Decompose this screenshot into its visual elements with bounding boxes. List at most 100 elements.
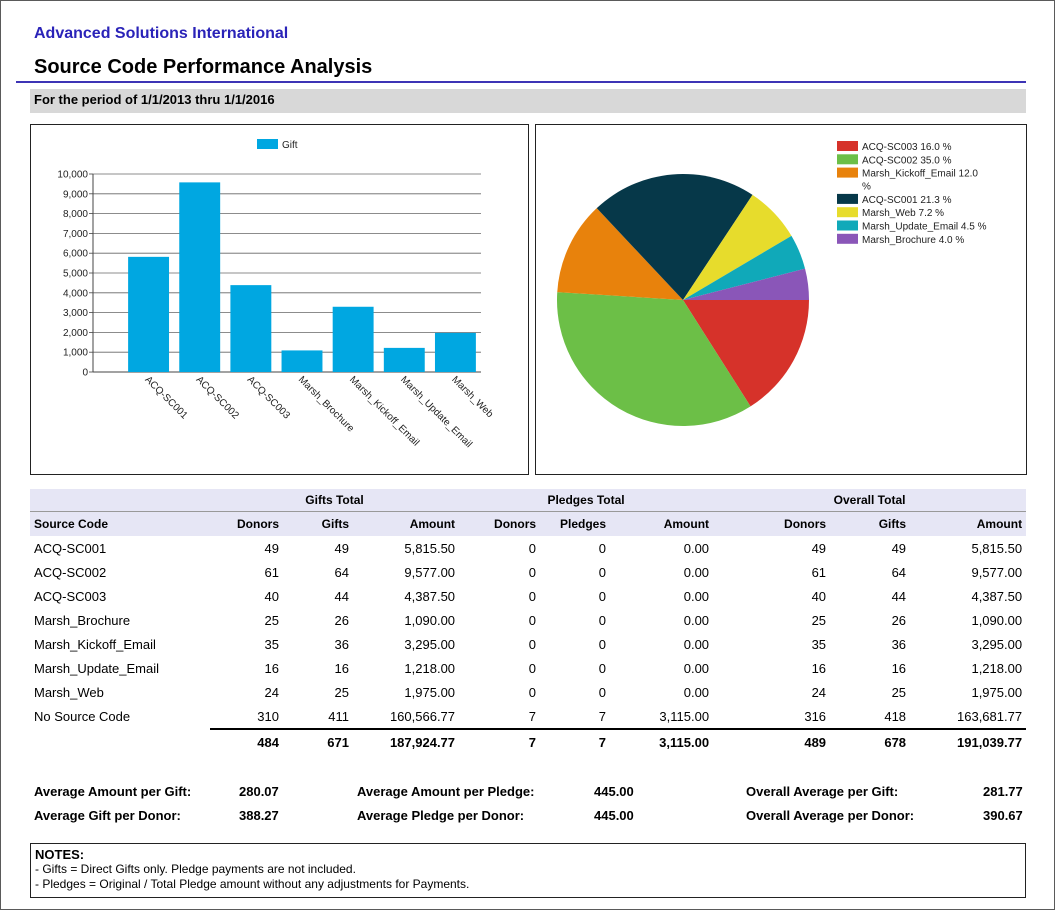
y-tick-label: 10,000 <box>57 170 88 181</box>
cell-overall-donors: 35 <box>811 636 827 652</box>
col-header-pledge-pledges: Pledges <box>540 511 611 536</box>
cell-gift-amount: 160,566.77 <box>389 708 456 724</box>
y-tick-label: 0 <box>82 368 88 379</box>
pie-legend-swatch-3 <box>837 193 858 204</box>
totals-row: 484 671 187,924.77 7 7 3,115.00 489 678 191,039.… <box>30 728 1027 754</box>
cell-pledge-pledges: 0 <box>598 612 607 628</box>
total-pledge-donors: 7 <box>459 728 541 754</box>
x-tick-label: Marsh_Web <box>449 374 495 420</box>
cell-gift-donors: 25 <box>264 612 279 628</box>
cell-pledge-donors: 0 <box>528 684 537 700</box>
pie-legend-label-2-wrap: % <box>862 182 871 193</box>
cell-overall-gifts: 418 <box>884 708 907 724</box>
y-tick-label: 5,000 <box>63 269 88 280</box>
x-tick-label: Marsh_Brochure <box>296 374 356 434</box>
cell-gift-gifts: 36 <box>334 636 349 652</box>
col-header-source-code: Source Code <box>30 511 210 536</box>
cell-gift-amount: 1,218.00 <box>404 660 456 676</box>
cell-overall-gifts: 64 <box>891 564 907 580</box>
col-header-gift-gifts: Gifts <box>283 511 353 536</box>
overall-avg-per-gift-label: Overall Average per Gift: <box>746 784 899 799</box>
cell-source-code: Marsh_Brochure <box>34 612 131 628</box>
cell-gift-amount: 1,975.00 <box>404 684 456 700</box>
cell-pledge-amount: 3,115.00 <box>659 708 710 724</box>
pie-legend-label-5: Marsh_Update_Email 4.5 % <box>862 222 987 233</box>
col-header-pledge-amount: Amount <box>610 511 714 536</box>
cell-gift-gifts: 49 <box>334 540 349 556</box>
cell-gift-amount: 5,815.50 <box>404 540 456 556</box>
cell-pledge-donors: 7 <box>528 708 537 724</box>
cell-pledge-pledges: 0 <box>598 588 607 604</box>
cell-source-code: ACQ-SC003 <box>34 588 107 604</box>
total-overall-donors: 489 <box>713 728 831 754</box>
group-pledges-total: Pledges Total <box>459 489 714 512</box>
pie-legend-swatch-4 <box>837 207 858 218</box>
cell-gift-amount: 4,387.50 <box>404 588 456 604</box>
period-banner: For the period of 1/1/2013 thru 1/1/2016 <box>30 89 1026 113</box>
overall-avg-per-donor-label: Overall Average per Donor: <box>746 808 915 823</box>
pie-legend-label-2: Marsh_Kickoff_Email 12.0 <box>862 169 978 180</box>
cell-gift-donors: 49 <box>264 540 279 556</box>
column-header-row: Source Code Donors Gifts Amount Donors Pledge… <box>30 511 1027 536</box>
group-gifts-total: Gifts Total <box>210 489 460 512</box>
table-corner <box>30 489 210 512</box>
performance-table: Gifts Total Pledges Total Overall Total … <box>30 489 1027 754</box>
cell-gift-amount: 9,577.00 <box>404 564 456 580</box>
y-tick-label: 3,000 <box>63 308 88 319</box>
col-header-overall-donors: Donors <box>713 511 831 536</box>
cell-pledge-amount: 0.00 <box>683 636 710 652</box>
cell-pledge-pledges: 0 <box>598 564 607 580</box>
cell-overall-donors: 61 <box>811 564 827 580</box>
cell-gift-donors: 310 <box>257 708 279 724</box>
notes-box: NOTES: - Gifts = Direct Gifts only. Pled… <box>30 843 1026 898</box>
org-name: Advanced Solutions International <box>34 25 289 42</box>
y-tick-label: 6,000 <box>63 249 88 260</box>
cell-pledge-donors: 0 <box>528 636 537 652</box>
cell-overall-donors: 49 <box>811 540 827 556</box>
cell-pledge-amount: 0.00 <box>683 684 710 700</box>
cell-gift-donors: 61 <box>264 564 279 580</box>
title-rule <box>16 81 1026 83</box>
notes-line-1: - Gifts = Direct Gifts only. Pledge paym… <box>35 862 356 876</box>
avg-gift-per-donor-label: Average Gift per Donor: <box>34 808 181 823</box>
cell-overall-gifts: 25 <box>891 684 907 700</box>
bar-marsh-web <box>434 332 476 372</box>
cell-gift-gifts: 26 <box>334 612 349 628</box>
cell-gift-donors: 16 <box>264 660 279 676</box>
bar-chart-box: Gift 0 1,000 2,000 3,000 4,000 5,000 6,000 7,000… <box>30 124 529 475</box>
y-tick-label: 8,000 <box>63 209 88 220</box>
y-tick-label: 9,000 <box>63 189 88 200</box>
cell-pledge-pledges: 0 <box>598 636 607 652</box>
cell-source-code: ACQ-SC001 <box>34 540 107 556</box>
avg-amount-per-gift-label: Average Amount per Gift: <box>34 784 192 799</box>
cell-overall-amount: 4,387.50 <box>971 588 1023 604</box>
cell-pledge-amount: 0.00 <box>683 564 710 580</box>
bar-acq-sc002 <box>179 182 221 372</box>
pie-legend-label-3: ACQ-SC001 21.3 % <box>862 195 952 206</box>
cell-overall-amount: 9,577.00 <box>971 564 1023 580</box>
cell-overall-gifts: 44 <box>891 588 907 604</box>
cell-overall-amount: 163,681.77 <box>957 708 1023 724</box>
bar-marsh-update-email <box>383 347 425 372</box>
cell-pledge-pledges: 0 <box>598 684 607 700</box>
table-row: ACQ-SC001 49 49 5,815.50 0 0 0.00 49 49 5,815.50 <box>30 536 1026 560</box>
pie-legend-label-1: ACQ-SC002 35.0 % <box>862 155 952 166</box>
table-row: Marsh_Web 24 25 1,975.00 0 0 0.00 24 25 1,975.00 <box>30 680 1026 704</box>
cell-overall-gifts: 49 <box>891 540 907 556</box>
x-tick-label: ACQ-SC002 <box>194 374 241 421</box>
overall-avg-per-gift-value: 281.77 <box>983 784 1023 799</box>
cell-pledge-amount: 0.00 <box>683 540 710 556</box>
col-header-gift-donors: Donors <box>210 511 283 536</box>
cell-source-code: Marsh_Update_Email <box>34 660 160 676</box>
notes-line-2: - Pledges = Original / Total Pledge amou… <box>35 877 470 891</box>
avg-amount-per-pledge-value: 445.00 <box>594 784 634 799</box>
total-gift-donors: 484 <box>210 728 283 754</box>
cell-gift-amount: 3,295.00 <box>404 636 456 652</box>
cell-source-code: Marsh_Kickoff_Email <box>34 636 156 652</box>
bar-acq-sc001 <box>128 256 170 372</box>
cell-pledge-pledges: 0 <box>598 540 607 556</box>
group-overall-total: Overall Total <box>713 489 1027 512</box>
cell-overall-amount: 1,975.00 <box>971 684 1023 700</box>
bar-acq-sc003 <box>230 285 272 372</box>
cell-pledge-pledges: 0 <box>598 660 607 676</box>
